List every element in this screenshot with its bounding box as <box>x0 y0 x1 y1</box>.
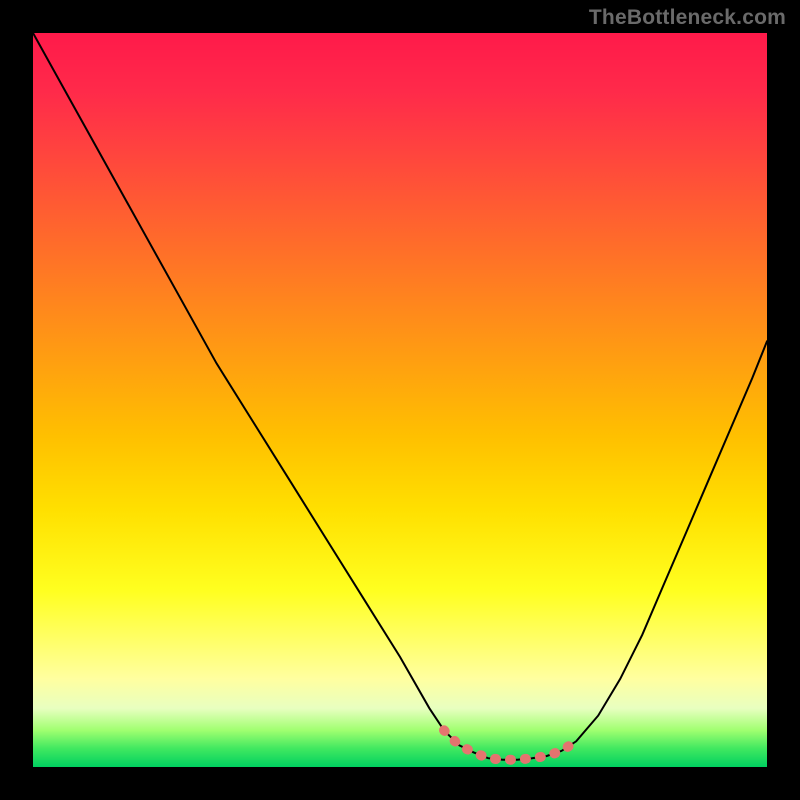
chart-svg <box>33 33 767 767</box>
watermark-label: TheBottleneck.com <box>589 6 786 30</box>
chart-plot-area <box>33 33 767 767</box>
highlight-segment <box>444 730 576 759</box>
bottleneck-curve <box>33 33 767 760</box>
